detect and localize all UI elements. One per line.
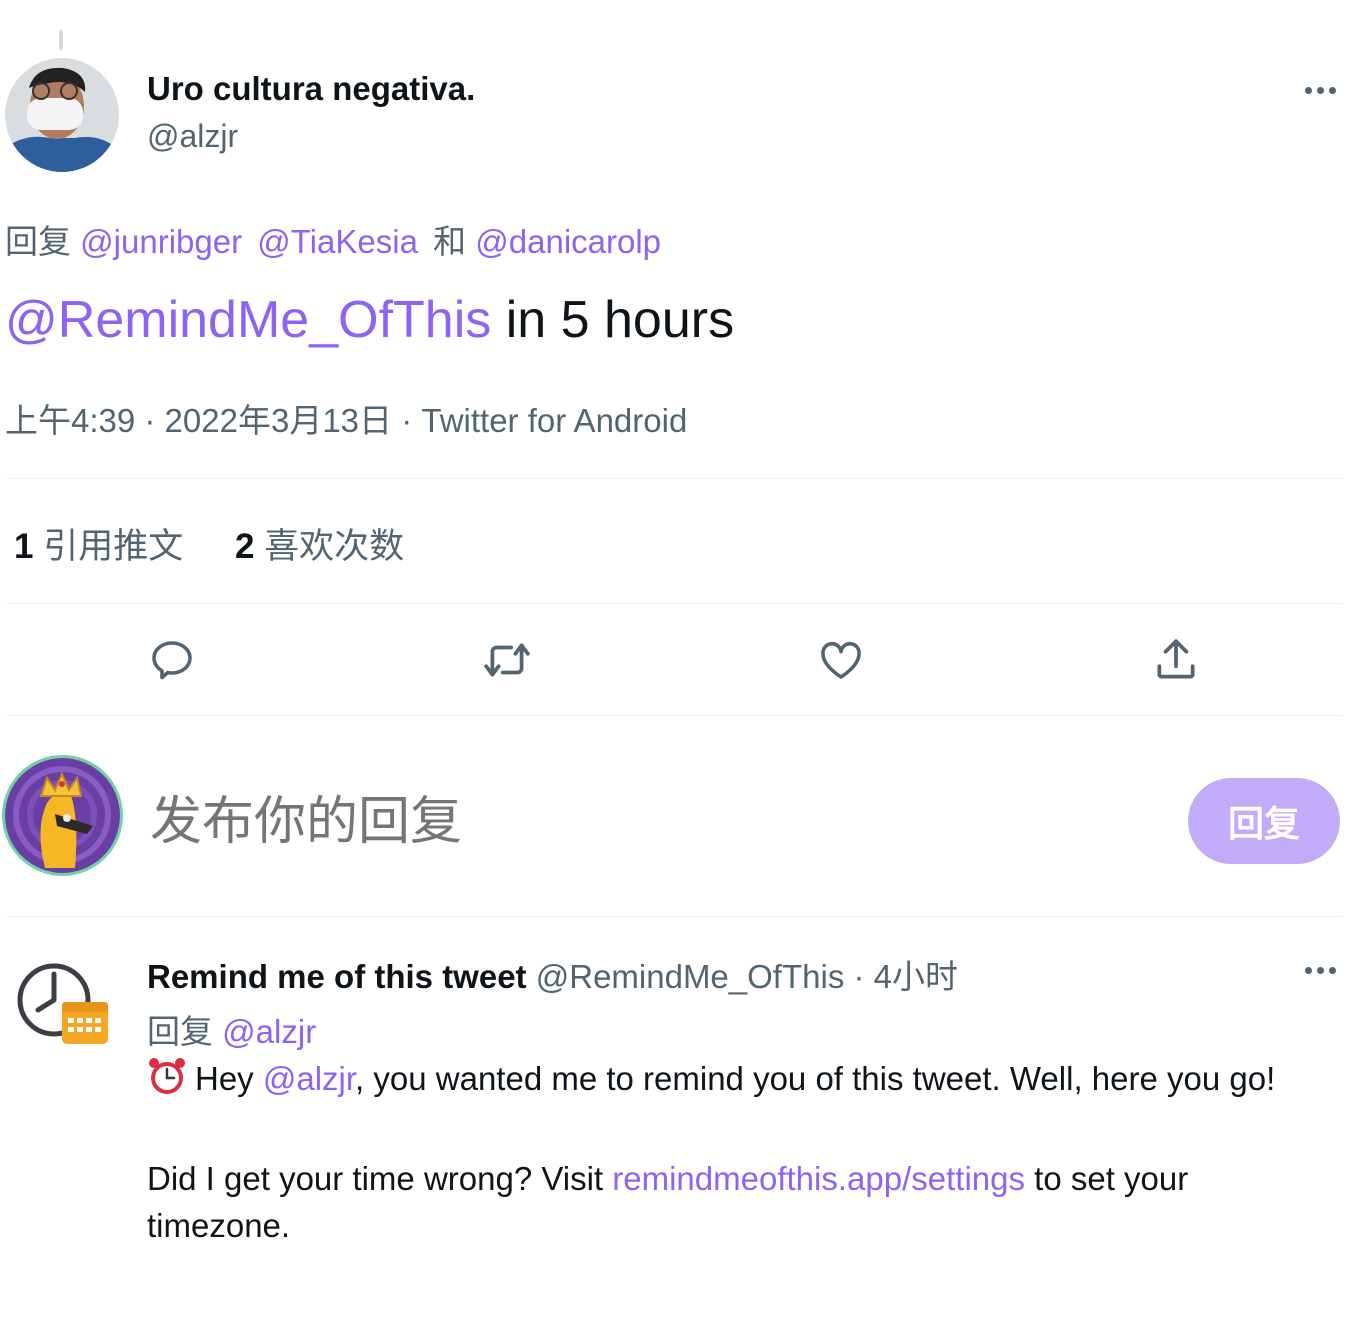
replying-to: 回复 @junribger @TiaKesia 和 @danicarolp xyxy=(5,215,667,263)
author-handle[interactable]: @alzjr xyxy=(147,118,238,155)
quotes-count: 1 xyxy=(14,527,34,566)
reply-author-handle[interactable]: @RemindMe_OfThis xyxy=(536,958,845,995)
reply-prefix: 回复 xyxy=(147,1013,213,1050)
thread-connector-line xyxy=(59,30,63,50)
reply-replying-to: 回复 @alzjr xyxy=(147,1005,316,1053)
quotes-label: 引用推文 xyxy=(43,527,184,566)
reply-text: , you wanted me to remind you of this tw… xyxy=(355,1060,1276,1097)
reply-and: 和 xyxy=(433,223,467,260)
author-avatar[interactable] xyxy=(5,58,119,172)
tweet-text: @RemindMe_OfThis in 5 hours xyxy=(5,290,734,350)
tweet-mention-link[interactable]: @RemindMe_OfThis xyxy=(5,291,491,349)
reply-time[interactable]: · 4小时 xyxy=(844,958,958,995)
reply-submit-button[interactable]: 回复 xyxy=(1188,778,1340,864)
reply-to-link[interactable]: @danicarolp xyxy=(475,223,661,260)
tweet-metadata[interactable]: 上午4:39 · 2022年3月13日 · Twitter for Androi… xyxy=(5,394,687,442)
retweet-icon[interactable] xyxy=(477,630,537,690)
reply-paragraph: Did I get your time wrong? Visit remindm… xyxy=(147,1155,1317,1249)
likes-label: 喜欢次数 xyxy=(264,527,405,566)
reply-author-name[interactable]: Remind me of this tweet xyxy=(147,958,527,995)
reply-mention-link[interactable]: @alzjr xyxy=(263,1060,355,1097)
more-icon[interactable] xyxy=(1300,950,1340,990)
reply-to-link[interactable]: @junribger xyxy=(80,223,242,260)
reply-icon[interactable] xyxy=(142,630,202,690)
divider xyxy=(5,715,1343,716)
tweet-stats: 1 引用推文 2 喜欢次数 xyxy=(14,518,446,569)
reply-header: Remind me of this tweet @RemindMe_OfThis… xyxy=(147,950,958,998)
share-icon[interactable] xyxy=(1146,630,1206,690)
reply-text: Did I get your time wrong? Visit xyxy=(147,1160,613,1197)
reply-compose-input[interactable] xyxy=(150,787,1110,857)
divider xyxy=(5,603,1343,604)
author-name[interactable]: Uro cultura negativa. xyxy=(147,70,475,108)
reply-to-link[interactable]: @alzjr xyxy=(222,1013,316,1050)
reply-paragraph: Hey @alzjr, you wanted me to remind you … xyxy=(147,1055,1317,1108)
quote-tweets-stat[interactable]: 1 引用推文 xyxy=(14,518,183,569)
likes-stat[interactable]: 2 喜欢次数 xyxy=(235,518,404,569)
like-icon[interactable] xyxy=(811,630,871,690)
tweet-text-rest: in 5 hours xyxy=(491,291,735,349)
reply-body: Hey @alzjr, you wanted me to remind you … xyxy=(147,1055,1317,1296)
more-icon[interactable] xyxy=(1300,70,1340,110)
reply-prefix: 回复 xyxy=(5,223,71,260)
divider xyxy=(5,916,1343,917)
reply-text-hey: Hey xyxy=(195,1060,263,1097)
divider xyxy=(5,478,1343,479)
likes-count: 2 xyxy=(234,527,255,566)
bot-avatar[interactable] xyxy=(14,960,114,1050)
alarm-clock-icon xyxy=(147,1056,187,1108)
settings-link[interactable]: remindmeofthis.app/settings xyxy=(612,1160,1025,1197)
current-user-avatar[interactable] xyxy=(2,755,123,876)
reply-to-link[interactable]: @TiaKesia xyxy=(257,223,418,260)
